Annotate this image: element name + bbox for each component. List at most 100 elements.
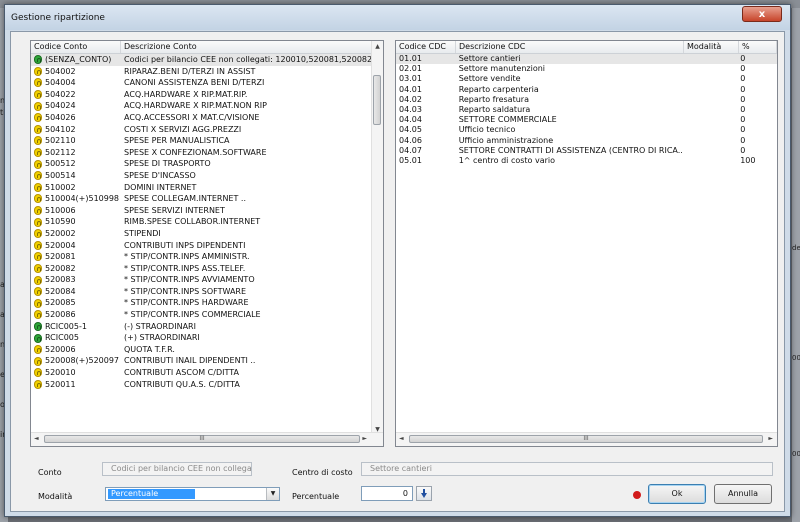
conti-horizontal-scroll-thumb[interactable]: III — [44, 435, 360, 443]
conto-row[interactable]: (SENZA_CONTO) Codici per bilancio CEE non… — [31, 54, 383, 66]
yellow-lock-icon — [34, 240, 42, 250]
conto-row[interactable]: 502110 SPESE PER MANUALISTICA — [31, 135, 383, 147]
conto-row[interactable]: 504004 CANONI ASSISTENZA BENI D/TERZI — [31, 77, 383, 89]
codice-conto-cell: 520011 — [31, 379, 121, 391]
conto-row[interactable]: 520083 * STIP/CONTR.INPS AVVIAMENTO — [31, 274, 383, 286]
conto-row[interactable]: 510590 RIMB.SPESE COLLABOR.INTERNET — [31, 216, 383, 228]
modalita-cell — [682, 74, 737, 84]
cdc-grid[interactable]: Codice CDC Descrizione CDC Modalità % 01… — [395, 40, 778, 447]
scroll-up-icon[interactable]: ▲ — [372, 43, 383, 50]
conti-vertical-scrollbar[interactable]: ▲ ▼ — [371, 41, 383, 435]
cdc-row[interactable]: 04.06 Ufficio amministrazione 0 — [396, 136, 777, 146]
codice-conto-cell: 520081 — [31, 251, 121, 263]
annulla-button[interactable]: Annulla — [714, 484, 772, 504]
scroll-right-icon[interactable]: ► — [362, 435, 367, 442]
conto-row[interactable]: 520004 CONTRIBUTI INPS DIPENDENTI — [31, 240, 383, 252]
scroll-left-icon[interactable]: ◄ — [399, 435, 404, 442]
conto-row[interactable]: 500512 SPESE DI TRASPORTO — [31, 158, 383, 170]
conto-row[interactable]: 504102 COSTI X SERVIZI AGG.PREZZI — [31, 124, 383, 136]
scroll-right-icon[interactable]: ► — [768, 435, 773, 442]
dialog-titlebar[interactable]: Gestione ripartizione x — [5, 5, 790, 30]
descrizione-cdc-cell: Settore vendite — [458, 74, 521, 84]
descrizione-conto-cell: COSTI X SERVIZI AGG.PREZZI — [124, 124, 242, 134]
conto-row[interactable]: 504024 ACQ.HARDWARE X RIP.MAT.NON RIP — [31, 100, 383, 112]
chevron-down-icon[interactable]: ▼ — [266, 488, 279, 500]
cdc-row[interactable]: 04.07 SETTORE CONTRATTI DI ASSISTENZA (CE… — [396, 146, 777, 156]
conto-row[interactable]: 520011 CONTRIBUTI QU.A.S. C/DITTA — [31, 379, 383, 391]
descrizione-conto-cell: ACQ.HARDWARE X RIP.MAT.NON RIP — [124, 101, 267, 111]
conto-row[interactable]: 520081 * STIP/CONTR.INPS AMMINISTR. — [31, 251, 383, 263]
codice-conto-text: 504002 — [45, 66, 76, 76]
arrow-down-icon — [421, 489, 427, 498]
cdc-row[interactable]: 04.01 Reparto carpenteria 0 — [396, 85, 777, 95]
codice-conto-cell: 504022 — [31, 89, 121, 101]
cdc-row[interactable]: 04.05 Ufficio tecnico 0 — [396, 125, 777, 135]
ok-button[interactable]: Ok — [648, 484, 706, 504]
conti-grid[interactable]: Codice Conto Descrizione Conto (SENZA_CO… — [30, 40, 384, 447]
conto-row[interactable]: 510004(+)510998 SPESE COLLEGAM.INTERNET .… — [31, 193, 383, 205]
conto-row[interactable]: 520085 * STIP/CONTR.INPS HARDWARE — [31, 297, 383, 309]
conto-row[interactable]: 510002 DOMINI INTERNET — [31, 182, 383, 194]
yellow-lock-icon — [34, 345, 42, 355]
column-header-codice-cdc[interactable]: Codice CDC — [396, 41, 456, 53]
cdc-horizontal-scrollbar[interactable]: ◄ III ► — [396, 432, 777, 446]
conto-row[interactable]: 510006 SPESE SERVIZI INTERNET — [31, 205, 383, 217]
yellow-lock-icon — [34, 379, 42, 389]
descrizione-conto-cell: Codici per bilancio CEE non collegati: 1… — [124, 55, 379, 64]
modalita-cell — [682, 146, 737, 156]
percentuale-cell: 0 — [740, 84, 746, 94]
cdc-row[interactable]: 04.03 Reparto saldatura 0 — [396, 105, 777, 115]
codice-conto-cell: 520082 — [31, 263, 121, 275]
percentuale-input[interactable]: 0 — [361, 486, 413, 501]
modalita-select[interactable]: Percentuale ▼ — [105, 487, 280, 501]
codice-conto-cell: 510002 — [31, 182, 121, 194]
conto-row[interactable]: 502112 SPESE X CONFEZIONAM.SOFTWARE — [31, 147, 383, 159]
conto-row[interactable]: 504002 RIPARAZ.BENI D/TERZI IN ASSIST — [31, 66, 383, 78]
column-header-percentuale[interactable]: % — [739, 41, 777, 53]
column-header-codice-conto[interactable]: Codice Conto — [31, 41, 121, 53]
codice-conto-text: 520004 — [45, 240, 76, 250]
cdc-row[interactable]: 04.02 Reparto fresatura 0 — [396, 95, 777, 105]
warning-icon — [633, 491, 641, 499]
cdc-row[interactable]: 04.04 SETTORE COMMERCIALE 0 — [396, 115, 777, 125]
column-header-modalita[interactable]: Modalità — [684, 41, 739, 53]
conto-row[interactable]: 520002 STIPENDI — [31, 228, 383, 240]
cdc-row[interactable]: 03.01 Settore vendite 0 — [396, 74, 777, 84]
codice-conto-text: 520083 — [45, 275, 76, 285]
codice-conto-cell: 504002 — [31, 66, 121, 78]
conto-row[interactable]: 500514 SPESE D'INCASSO — [31, 170, 383, 182]
column-header-descrizione-cdc[interactable]: Descrizione CDC — [456, 41, 684, 53]
percentuale-spin-button[interactable] — [416, 486, 432, 501]
conto-row[interactable]: RCIC005-1 (-) STRAORDINARI — [31, 321, 383, 333]
conti-horizontal-scrollbar[interactable]: ◄ III ► — [31, 432, 383, 446]
codice-conto-cell: 510590 — [31, 216, 121, 228]
cdc-row[interactable]: 05.01 1^ centro di costo vario 100 — [396, 156, 777, 166]
column-header-descrizione-conto[interactable]: Descrizione Conto — [121, 41, 375, 53]
cdc-row[interactable]: 01.01 Settore cantieri 0 — [396, 54, 777, 65]
codice-cdc-cell: 03.01 — [399, 74, 422, 84]
scroll-left-icon[interactable]: ◄ — [34, 435, 39, 442]
modalita-cell — [682, 156, 737, 166]
green-lock-icon — [34, 55, 42, 65]
cdc-row[interactable]: 02.01 Settore manutenzioni 0 — [396, 64, 777, 74]
conti-vertical-scroll-thumb[interactable] — [373, 75, 381, 125]
conto-row[interactable]: 504022 ACQ.HARDWARE X RIP.MAT.RIP. — [31, 89, 383, 101]
yellow-lock-icon — [34, 368, 42, 378]
conto-row[interactable]: 520010 CONTRIBUTI ASCOM C/DITTA — [31, 367, 383, 379]
conto-row[interactable]: 520084 * STIP/CONTR.INPS SOFTWARE — [31, 286, 383, 298]
descrizione-conto-cell: * STIP/CONTR.INPS ASS.TELEF. — [124, 263, 246, 273]
conto-row[interactable]: RCIC005 (+) STRAORDINARI — [31, 332, 383, 344]
codice-conto-text: 520086 — [45, 310, 76, 320]
cdc-horizontal-scroll-thumb[interactable]: III — [409, 435, 763, 443]
conto-row[interactable]: 520086 * STIP/CONTR.INPS COMMERCIALE — [31, 309, 383, 321]
conto-row[interactable]: 520008(+)520097 CONTRIBUTI INAIL DIPENDEN… — [31, 355, 383, 367]
conto-row[interactable]: 520006 QUOTA T.F.R. — [31, 344, 383, 356]
codice-conto-text: 504024 — [45, 101, 76, 111]
descrizione-conto-cell: (+) STRAORDINARI — [124, 333, 200, 343]
centro-di-costo-field: Settore cantieri — [361, 462, 773, 476]
codice-cdc-cell: 04.02 — [399, 94, 422, 104]
conto-row[interactable]: 504026 ACQ.ACCESSORI X MAT.C/VISIONE — [31, 112, 383, 124]
conto-row[interactable]: 520082 * STIP/CONTR.INPS ASS.TELEF. — [31, 263, 383, 275]
close-button[interactable]: x — [742, 6, 782, 22]
cdc-grid-header: Codice CDC Descrizione CDC Modalità % — [396, 41, 777, 54]
